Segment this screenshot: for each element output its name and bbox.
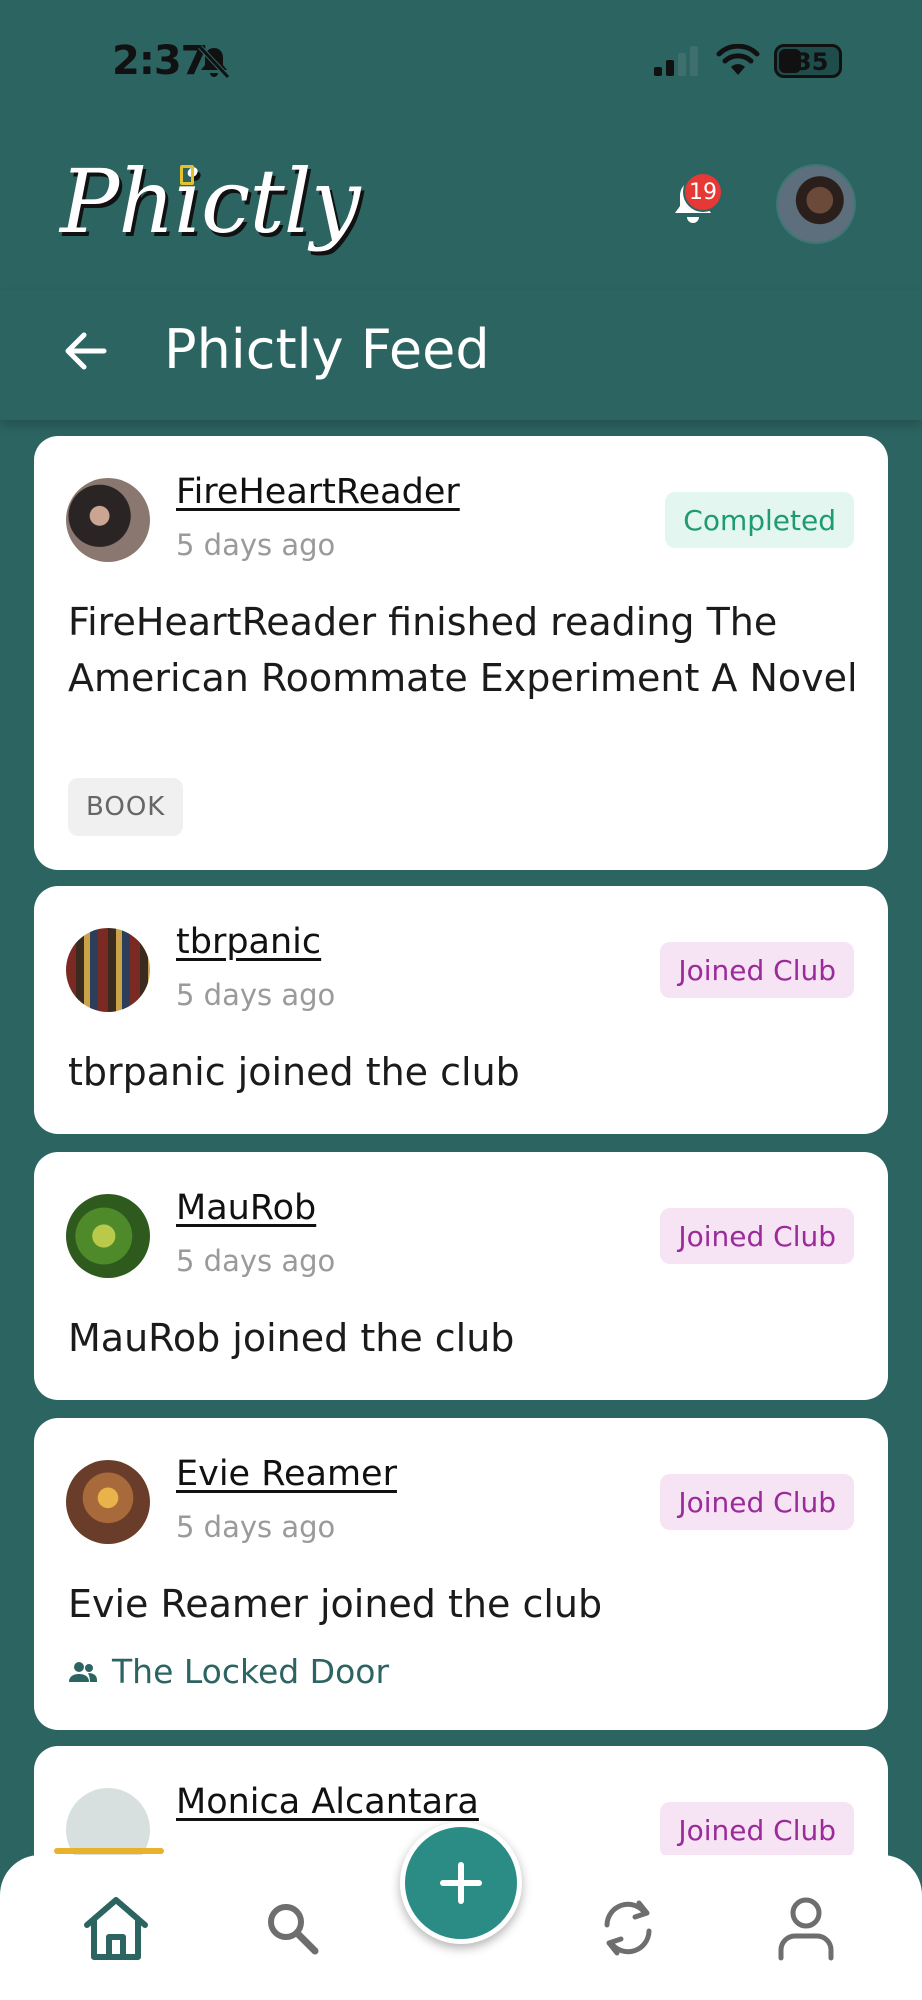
nav-search[interactable] [252,1888,332,1968]
nav-home[interactable] [76,1888,156,1968]
battery-icon: 35 [774,44,842,78]
club-name: The Locked Door [112,1652,390,1691]
add-button[interactable] [400,1822,522,1944]
username-link[interactable]: MauRob [176,1188,316,1228]
club-link[interactable]: The Locked Door [68,1652,389,1691]
home-icon [84,1897,148,1960]
nav-refresh[interactable] [588,1888,668,1968]
battery-level: 35 [795,48,829,76]
status-badge: Joined Club [660,942,854,998]
username-link[interactable]: tbrpanic [176,922,321,962]
page-title: Phictly Feed [164,318,490,381]
profile-icon [778,1897,834,1961]
timestamp: 5 days ago [176,528,336,562]
app-logo[interactable]: Phictly [60,150,361,253]
timestamp: 5 days ago [176,1510,336,1544]
feed-card[interactable]: FireHeartReader 5 days ago Completed Fir… [34,436,888,870]
activity-text: tbrpanic joined the club [68,1050,520,1094]
group-icon [69,1661,97,1682]
timestamp: 5 days ago [176,1244,336,1278]
search-icon [268,1904,319,1955]
avatar[interactable] [66,1194,150,1278]
signal-icon [654,46,698,76]
activity-text: Evie Reamer joined the club [68,1582,603,1626]
avatar[interactable] [66,478,150,562]
timestamp: 5 days ago [176,978,336,1012]
avatar[interactable] [66,928,150,1012]
feed-card[interactable]: MauRob 5 days ago Joined Club MauRob joi… [34,1152,888,1400]
user-avatar[interactable] [776,164,856,244]
nav-profile[interactable] [766,1888,846,1968]
logo-book-icon [180,165,194,185]
refresh-icon [604,1900,652,1956]
username-link[interactable]: Evie Reamer [176,1454,397,1494]
status-badge: Joined Club [660,1208,854,1264]
avatar[interactable] [66,1460,150,1544]
bell-off-icon [198,45,230,79]
feed-card[interactable]: Evie Reamer 5 days ago Joined Club Evie … [34,1418,888,1730]
status-bar: 2:37 35 [0,0,922,120]
activity-text: FireHeartReader finished reading The Ame… [68,600,858,700]
status-badge: Joined Club [660,1474,854,1530]
status-badge: Completed [665,492,854,548]
type-tag: BOOK [68,778,184,836]
home-active-indicator [54,1848,164,1854]
username-link[interactable]: FireHeartReader [176,472,460,512]
add-icon [440,1862,482,1904]
activity-text: MauRob joined the club [68,1316,515,1360]
wifi-icon [716,44,760,75]
feed-card[interactable]: tbrpanic 5 days ago Joined Club tbrpanic… [34,886,888,1134]
status-time: 2:37 [112,38,208,84]
notification-badge: 19 [683,172,723,212]
back-arrow-icon[interactable] [64,330,108,372]
status-badge: Joined Club [660,1802,854,1858]
username-link[interactable]: Monica Alcantara [176,1782,479,1822]
